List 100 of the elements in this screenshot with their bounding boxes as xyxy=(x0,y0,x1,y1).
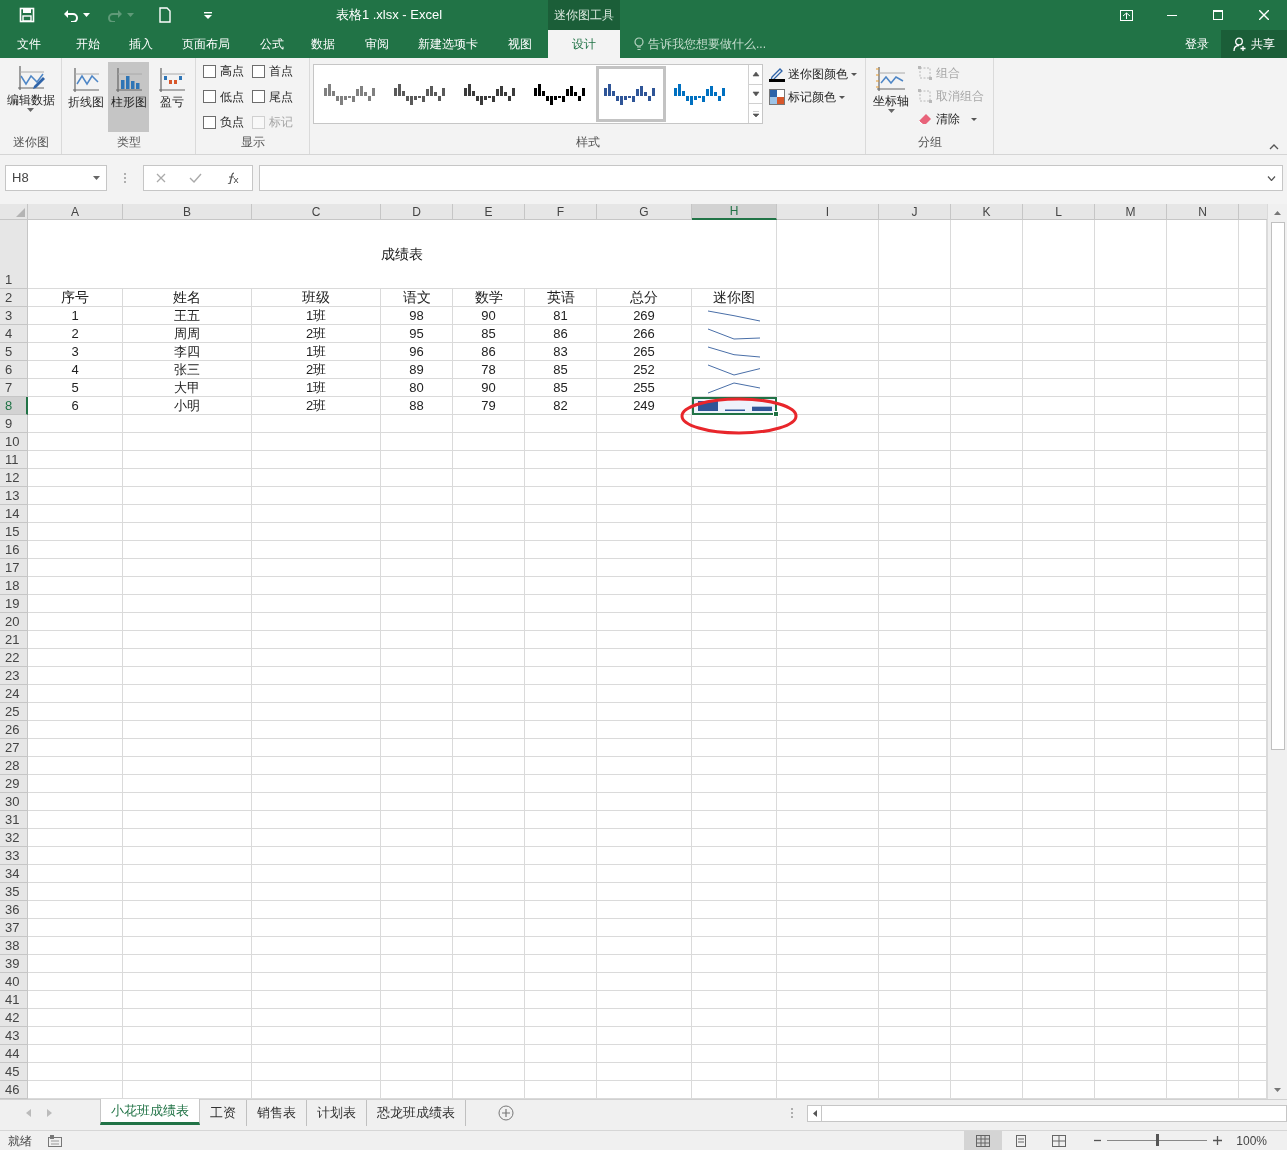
fill-handle[interactable] xyxy=(773,411,779,417)
checkbox[interactable] xyxy=(203,115,216,129)
column-header[interactable]: J xyxy=(879,204,951,220)
row-header[interactable]: 24 xyxy=(0,685,28,703)
redo-icon[interactable] xyxy=(106,8,123,22)
row-header[interactable]: 2 xyxy=(0,289,28,307)
undo-icon[interactable] xyxy=(62,8,79,22)
checkbox[interactable] xyxy=(252,64,265,78)
row-header[interactable]: 23 xyxy=(0,667,28,685)
column-header[interactable]: B xyxy=(123,204,252,220)
enter-checkmark-icon[interactable] xyxy=(189,173,203,183)
row-header[interactable]: 15 xyxy=(0,523,28,541)
checkbox[interactable] xyxy=(252,90,265,104)
clear-button[interactable]: 清除 xyxy=(917,110,984,128)
row-header[interactable]: 30 xyxy=(0,793,28,811)
dropdown-caret-icon[interactable] xyxy=(82,13,90,17)
ribbon-tab[interactable]: 设计 xyxy=(548,30,620,58)
column-header[interactable]: D xyxy=(381,204,453,220)
row-header[interactable]: 16 xyxy=(0,541,28,559)
row-header[interactable]: 37 xyxy=(0,919,28,937)
column-header[interactable]: M xyxy=(1095,204,1167,220)
row-header[interactable]: 32 xyxy=(0,829,28,847)
horizontal-scroll-bar[interactable] xyxy=(807,1105,1287,1122)
add-sheet-icon[interactable] xyxy=(498,1105,514,1121)
share-button[interactable]: 共享 xyxy=(1221,30,1287,58)
row-header[interactable]: 29 xyxy=(0,775,28,793)
ribbon-tab[interactable]: 页面布局 xyxy=(163,30,248,58)
scroll-right-icon[interactable] xyxy=(47,1109,52,1117)
row-header[interactable]: 1 xyxy=(0,220,28,289)
row-header[interactable]: 6 xyxy=(0,361,28,379)
row-header[interactable]: 35 xyxy=(0,883,28,901)
ribbon-tab[interactable]: 数据 xyxy=(295,30,350,58)
ribbon-tab[interactable]: 插入 xyxy=(118,30,163,58)
column-header[interactable]: C xyxy=(252,204,381,220)
row-header[interactable]: 20 xyxy=(0,613,28,631)
formula-field[interactable] xyxy=(259,165,1283,191)
ribbon-tab[interactable]: 新建选项卡 xyxy=(403,30,492,58)
column-header[interactable]: I xyxy=(777,204,879,220)
row-header[interactable]: 31 xyxy=(0,811,28,829)
row-header[interactable]: 11 xyxy=(0,451,28,469)
row-header[interactable]: 26 xyxy=(0,721,28,739)
view-button[interactable] xyxy=(964,1130,1003,1150)
sparkline-type-button[interactable]: 折线图 xyxy=(65,62,106,132)
new-document-icon[interactable] xyxy=(159,7,171,23)
split-handle-icon[interactable] xyxy=(791,1108,793,1118)
ribbon-tab[interactable]: 视图 xyxy=(492,30,548,58)
checkbox[interactable] xyxy=(203,90,216,104)
column-header[interactable]: E xyxy=(453,204,525,220)
ribbon-tab[interactable]: 文件 xyxy=(0,30,58,58)
sheet-tab[interactable]: 计划表 xyxy=(307,1100,367,1126)
save-icon[interactable] xyxy=(19,7,35,23)
row-header[interactable]: 46 xyxy=(0,1081,28,1099)
ribbon-tab[interactable]: 公式 xyxy=(248,30,295,58)
row-header[interactable]: 9 xyxy=(0,415,28,433)
select-all-button[interactable] xyxy=(0,204,28,220)
row-header[interactable]: 12 xyxy=(0,469,28,487)
sparkline-color-button[interactable]: 迷你图颜色 xyxy=(769,65,857,83)
row-header[interactable]: 5 xyxy=(0,343,28,361)
edit-data-button[interactable]: 编辑数据 xyxy=(3,62,58,134)
row-header[interactable]: 38 xyxy=(0,937,28,955)
row-header[interactable]: 36 xyxy=(0,901,28,919)
zoom-level[interactable]: 100% xyxy=(1236,1131,1267,1150)
marker-color-button[interactable]: 标记颜色 xyxy=(769,88,857,106)
insert-function-icon[interactable] xyxy=(226,172,241,184)
ribbon-tab[interactable]: 审阅 xyxy=(350,30,403,58)
scroll-thumb[interactable] xyxy=(1270,222,1285,750)
row-header[interactable]: 18 xyxy=(0,577,28,595)
axis-button[interactable]: 坐标轴 xyxy=(869,62,913,134)
sparkline-style-option[interactable] xyxy=(596,66,666,122)
column-header[interactable]: N xyxy=(1167,204,1239,220)
tell-me-search-field[interactable]: 告诉我您想要做什么... xyxy=(648,35,948,53)
sheet-tab[interactable]: 销售表 xyxy=(247,1100,307,1126)
row-header[interactable]: 44 xyxy=(0,1045,28,1063)
sheet-tab[interactable]: 工资 xyxy=(200,1100,247,1126)
sparkline-type-button[interactable]: 柱形图 xyxy=(108,62,149,132)
row-header[interactable]: 10 xyxy=(0,433,28,451)
zoom-in-icon[interactable] xyxy=(1213,1136,1223,1145)
column-header[interactable]: G xyxy=(597,204,692,220)
row-header[interactable]: 19 xyxy=(0,595,28,613)
row-header[interactable]: 4 xyxy=(0,325,28,343)
row-header[interactable]: 13 xyxy=(0,487,28,505)
name-box[interactable]: H8 xyxy=(5,165,107,191)
row-header[interactable]: 34 xyxy=(0,865,28,883)
row-header[interactable]: 14 xyxy=(0,505,28,523)
row-header[interactable]: 7 xyxy=(0,379,28,397)
row-header[interactable]: 41 xyxy=(0,991,28,1009)
ribbon-tab[interactable]: 开始 xyxy=(58,30,118,58)
row-header[interactable]: 27 xyxy=(0,739,28,757)
cancel-icon[interactable] xyxy=(155,173,166,183)
row-header[interactable]: 28 xyxy=(0,757,28,775)
row-header[interactable]: 45 xyxy=(0,1063,28,1081)
sign-in-link[interactable]: 登录 xyxy=(1173,30,1221,58)
column-header[interactable]: L xyxy=(1023,204,1095,220)
row-header[interactable]: 21 xyxy=(0,631,28,649)
sparkline-type-button[interactable]: 盈亏 xyxy=(151,62,192,132)
macro-record-icon[interactable] xyxy=(48,1134,62,1147)
row-header[interactable]: 33 xyxy=(0,847,28,865)
checkbox[interactable] xyxy=(203,64,216,78)
row-header[interactable]: 25 xyxy=(0,703,28,721)
select-all-triangle-icon[interactable] xyxy=(16,208,25,217)
